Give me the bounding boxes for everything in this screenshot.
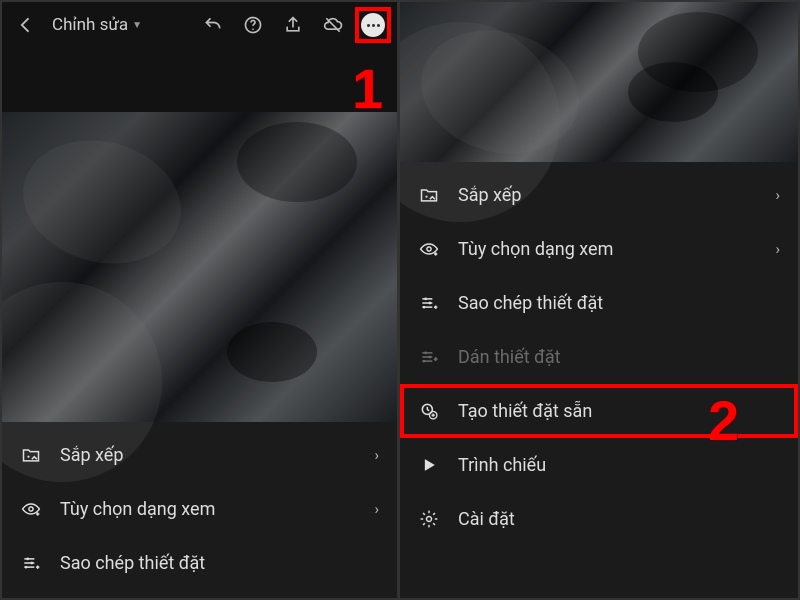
- photo-preview[interactable]: [2, 112, 397, 422]
- folder-image-icon: [20, 444, 42, 466]
- menu-label: Sắp xếp: [60, 445, 356, 466]
- folder-image-icon: [418, 184, 440, 206]
- sliders-copy-icon: [418, 292, 440, 314]
- menu-label: Trình chiếu: [458, 455, 780, 476]
- more-button[interactable]: [355, 7, 391, 43]
- menu-label: Tùy chọn dạng xem: [60, 499, 356, 520]
- eye-plus-icon: [20, 498, 42, 520]
- caret-down-icon: ▼: [132, 20, 142, 31]
- chevron-right-icon: ›: [775, 240, 780, 258]
- left-screen: Chỉnh sửa ▼ 1: [2, 2, 400, 598]
- menu-item-organize[interactable]: Sắp xếp ›: [400, 168, 798, 222]
- menu-item-copy-settings[interactable]: Sao chép thiết đặt: [2, 536, 397, 590]
- undo-icon: [203, 15, 223, 35]
- chevron-left-icon: [16, 15, 36, 35]
- sliders-copy-icon: [20, 552, 42, 574]
- menu-label: Dán thiết đặt: [458, 347, 780, 368]
- right-screen: Sắp xếp › Tùy chọn dạng xem › Sao chép t…: [400, 2, 798, 598]
- menu-item-slideshow[interactable]: Trình chiếu: [400, 438, 798, 492]
- cloud-off-icon: [323, 15, 343, 35]
- preset-add-icon: [418, 400, 440, 422]
- help-button[interactable]: [235, 7, 271, 43]
- share-button[interactable]: [275, 7, 311, 43]
- menu-item-paste-settings: Dán thiết đặt: [400, 330, 798, 384]
- play-icon: [418, 454, 440, 476]
- mode-label: Chỉnh sửa: [52, 15, 128, 35]
- menu-item-copy-settings[interactable]: Sao chép thiết đặt: [400, 276, 798, 330]
- menu-item-settings[interactable]: Cài đặt: [400, 492, 798, 546]
- mode-dropdown[interactable]: Chỉnh sửa ▼: [48, 15, 146, 35]
- menu-item-view-options[interactable]: Tùy chọn dạng xem ›: [400, 222, 798, 276]
- sliders-paste-icon: [418, 346, 440, 368]
- undo-button[interactable]: [195, 7, 231, 43]
- eye-plus-icon: [418, 238, 440, 260]
- menu-item-create-preset[interactable]: Tạo thiết đặt sẵn: [400, 384, 798, 438]
- photo-preview[interactable]: [400, 2, 798, 162]
- share-icon: [283, 15, 303, 35]
- menu-label: Sắp xếp: [458, 185, 757, 206]
- chevron-right-icon: ›: [374, 500, 379, 518]
- cloud-button[interactable]: [315, 7, 351, 43]
- menu-item-organize[interactable]: Sắp xếp ›: [2, 428, 397, 482]
- menu-item-view-options[interactable]: Tùy chọn dạng xem ›: [2, 482, 397, 536]
- more-icon: [361, 13, 385, 37]
- menu-label: Sao chép thiết đặt: [458, 293, 780, 314]
- overflow-menu-expanded: Sắp xếp › Tùy chọn dạng xem › Sao chép t…: [400, 162, 798, 598]
- top-toolbar: Chỉnh sửa ▼: [2, 2, 397, 48]
- menu-label: Tạo thiết đặt sẵn: [458, 401, 780, 422]
- gear-icon: [418, 508, 440, 530]
- help-icon: [243, 15, 263, 35]
- menu-label: Sao chép thiết đặt: [60, 553, 379, 574]
- chevron-right-icon: ›: [374, 446, 379, 464]
- menu-label: Tùy chọn dạng xem: [458, 239, 757, 260]
- chevron-right-icon: ›: [775, 186, 780, 204]
- overflow-menu: Sắp xếp › Tùy chọn dạng xem › Sao chép t…: [2, 422, 397, 598]
- back-button[interactable]: [8, 7, 44, 43]
- menu-label: Cài đặt: [458, 509, 780, 530]
